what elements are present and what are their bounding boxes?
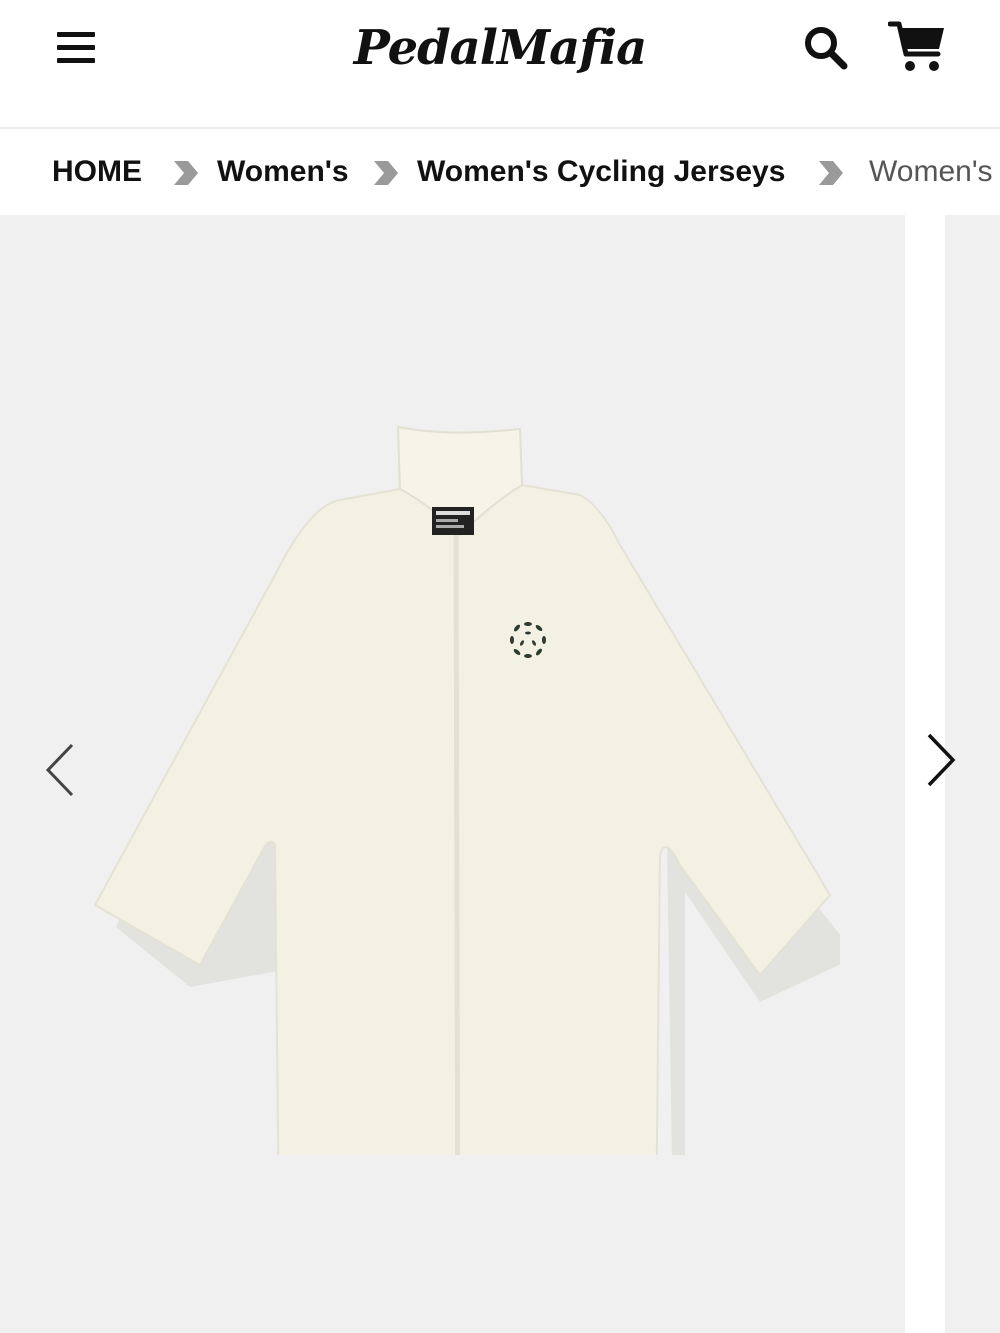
chevron-left-icon [45, 743, 74, 797]
chevron-right-icon [374, 161, 398, 185]
breadcrumb-womens-cycling-jerseys[interactable]: Women's Cycling Jerseys [417, 153, 785, 191]
gallery-next-button[interactable] [915, 725, 965, 795]
chevron-right-icon [819, 161, 843, 185]
site-header: PedalMafia [0, 0, 1000, 129]
menu-button[interactable] [55, 28, 97, 68]
menu-icon-bar [57, 32, 95, 37]
menu-icon-bar [57, 45, 95, 50]
cart-icon [887, 21, 944, 71]
breadcrumb: HOME Women's Women's Cycling Jerseys Wom… [0, 129, 1000, 215]
product-image-gallery[interactable] [0, 215, 905, 1333]
breadcrumb-current: Women's [869, 155, 993, 188]
chevron-right-icon [927, 733, 956, 787]
logo-text: PedalMafia [353, 20, 647, 76]
breadcrumb-womens[interactable]: Women's [217, 153, 349, 191]
gallery-prev-button[interactable] [36, 735, 86, 805]
menu-icon-bar [57, 58, 95, 63]
cart-button[interactable] [887, 18, 948, 76]
search-button[interactable] [800, 22, 852, 74]
breadcrumb-home[interactable]: HOME [52, 153, 142, 191]
search-icon [805, 27, 848, 70]
product-image-jersey [93, 425, 840, 1155]
chevron-right-icon [174, 161, 198, 185]
site-logo[interactable]: PedalMafia [310, 10, 690, 86]
